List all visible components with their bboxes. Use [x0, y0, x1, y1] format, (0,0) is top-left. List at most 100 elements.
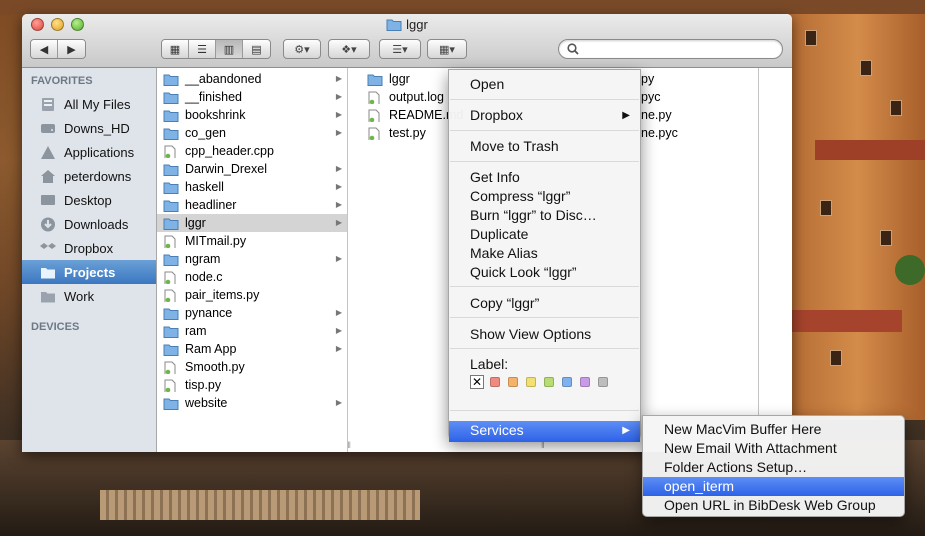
list-item-partial[interactable]: py — [641, 70, 678, 88]
sidebar-item-desktop[interactable]: Desktop — [22, 188, 156, 212]
list-item-partial[interactable]: ne.py — [641, 106, 678, 124]
sidebar-item-projects[interactable]: Projects — [22, 260, 156, 284]
list-item[interactable]: lggr ▶ — [157, 214, 347, 232]
column-view-icon[interactable]: ▥ — [216, 40, 243, 58]
label-color-swatch[interactable] — [562, 377, 572, 387]
services-item-open-iterm[interactable]: open_iterm — [643, 477, 904, 496]
back-button[interactable]: ◀ — [31, 40, 58, 58]
roof — [792, 310, 902, 332]
menu-item-copy-lggr[interactable]: Copy “lggr” — [449, 294, 640, 313]
sidebar-item-peterdowns[interactable]: peterdowns — [22, 164, 156, 188]
list-item[interactable]: pynance ▶ — [157, 304, 347, 322]
menu-item-compress-lggr[interactable]: Compress “lggr” — [449, 187, 640, 206]
menu-item-move-to-trash[interactable]: Move to Trash — [449, 137, 640, 156]
menu-separator — [450, 161, 639, 162]
disclosure-arrow-icon: ▶ — [335, 218, 342, 227]
list-item[interactable]: Ram App ▶ — [157, 340, 347, 358]
list-item-label: pynance — [185, 306, 233, 320]
list-item[interactable]: cpp_header.cpp — [157, 142, 347, 160]
menu-separator — [450, 317, 639, 318]
forward-button[interactable]: ▶ — [58, 40, 85, 58]
list-item[interactable]: co_gen ▶ — [157, 124, 347, 142]
action-menu-button[interactable]: ⚙▾ — [283, 39, 321, 59]
menu-item-show-view-options[interactable]: Show View Options — [449, 325, 640, 344]
column-projects-list: __abandoned ▶ __finished ▶ bookshrink ▶ co_gen… — [157, 68, 347, 412]
services-item-new-macvim-buffer-here[interactable]: New MacVim Buffer Here — [643, 420, 904, 439]
label-color-swatch[interactable] — [490, 377, 500, 387]
arrange-button[interactable]: ☰▾ — [379, 39, 421, 59]
menu-item-dropbox[interactable]: Dropbox ▶ — [449, 106, 640, 125]
label-color-swatch[interactable] — [580, 377, 590, 387]
list-item[interactable]: website ▶ — [157, 394, 347, 412]
label-title: Label: — [470, 356, 509, 372]
list-item[interactable]: __finished ▶ — [157, 88, 347, 106]
list-item[interactable]: MITmail.py — [157, 232, 347, 250]
sidebar-item-label: Desktop — [64, 192, 112, 208]
menu-item-services[interactable]: Services ▶ — [449, 421, 640, 442]
hard-drive-icon — [40, 121, 57, 136]
sidebar-item-downloads[interactable]: Downloads — [22, 212, 156, 236]
label-color-swatch[interactable] — [544, 377, 554, 387]
list-item[interactable]: __abandoned ▶ — [157, 70, 347, 88]
list-item[interactable]: Darwin_Drexel ▶ — [157, 160, 347, 178]
dropbox-toolbar-button[interactable]: ❖▾ — [328, 39, 370, 59]
sidebar-item-work[interactable]: Work — [22, 284, 156, 308]
list-item-label: Darwin_Drexel — [185, 162, 267, 176]
list-item[interactable]: haskell ▶ — [157, 178, 347, 196]
disclosure-arrow-icon: ▶ — [335, 344, 342, 353]
menu-item-open[interactable]: Open — [449, 75, 640, 94]
window-title: lggr — [22, 17, 792, 32]
label-color-swatch[interactable] — [508, 377, 518, 387]
sidebar-item-label: Work — [64, 288, 95, 304]
sidebar-item-downs-hd[interactable]: Downs_HD — [22, 116, 156, 140]
search-icon — [567, 43, 579, 55]
disclosure-arrow-icon: ▶ — [335, 326, 342, 335]
menu-item-duplicate[interactable]: Duplicate — [449, 225, 640, 244]
list-item[interactable]: node.c — [157, 268, 347, 286]
list-item[interactable]: tisp.py — [157, 376, 347, 394]
list-item-partial[interactable]: ne.pyc — [641, 124, 678, 142]
menu-item-label: Quick Look “lggr” — [470, 264, 577, 280]
menu-separator — [450, 130, 639, 131]
menu-item-make-alias[interactable]: Make Alias — [449, 244, 640, 263]
list-item[interactable]: Smooth.py — [157, 358, 347, 376]
no-label-button[interactable]: ✕ — [470, 375, 484, 389]
list-item-label: bookshrink — [185, 108, 246, 122]
menu-item-label: Get Info — [470, 169, 520, 185]
services-item-open-url-in-bibdesk-web-group[interactable]: Open URL in BibDesk Web Group — [643, 496, 904, 515]
list-item-partial[interactable]: pyc — [641, 88, 678, 106]
icon-view-icon[interactable]: ▦ — [162, 40, 189, 58]
sidebar-item-all-my-files[interactable]: All My Files — [22, 92, 156, 116]
sidebar-item-applications[interactable]: Applications — [22, 140, 156, 164]
list-item[interactable]: pair_items.py — [157, 286, 347, 304]
menu-separator — [450, 410, 639, 411]
search-input[interactable] — [558, 39, 783, 59]
home-icon — [40, 169, 57, 184]
list-view-icon[interactable]: ☰ — [189, 40, 216, 58]
list-item-label: haskell — [185, 180, 224, 194]
menu-item-burn-lggr-to-disc[interactable]: Burn “lggr” to Disc… — [449, 206, 640, 225]
list-item[interactable]: headliner ▶ — [157, 196, 347, 214]
column-resize-handle[interactable]: ‖ — [347, 440, 351, 450]
list-item-label: pair_items.py — [185, 288, 260, 302]
building-window — [860, 60, 872, 76]
label-color-swatch[interactable] — [598, 377, 608, 387]
cover-flow-icon[interactable]: ▤ — [243, 40, 270, 58]
sidebar-item-label: Projects — [64, 264, 116, 280]
sidebar-item-dropbox[interactable]: Dropbox — [22, 236, 156, 260]
sidebar-item-label: Applications — [64, 144, 135, 160]
disclosure-arrow-icon: ▶ — [335, 92, 342, 101]
list-item[interactable]: ngram ▶ — [157, 250, 347, 268]
services-item-folder-actions-setup[interactable]: Folder Actions Setup… — [643, 458, 904, 477]
folder-icon — [163, 398, 179, 410]
services-item-new-email-with-attachment[interactable]: New Email With Attachment — [643, 439, 904, 458]
list-item[interactable]: bookshrink ▶ — [157, 106, 347, 124]
dropbox-icon — [40, 241, 57, 256]
menu-item-quick-look-lggr[interactable]: Quick Look “lggr” — [449, 263, 640, 282]
label-color-swatch[interactable] — [526, 377, 536, 387]
menu-item-get-info[interactable]: Get Info — [449, 168, 640, 187]
list-item[interactable]: ram ▶ — [157, 322, 347, 340]
list-item-label: headliner — [185, 198, 237, 212]
path-button[interactable]: ▦▾ — [427, 39, 467, 59]
finder-window: lggr ◀ ▶ ▦ ☰ ▥ ▤ ⚙▾ ❖▾ ☰▾ ▦▾ FAVORITES A… — [22, 14, 792, 452]
